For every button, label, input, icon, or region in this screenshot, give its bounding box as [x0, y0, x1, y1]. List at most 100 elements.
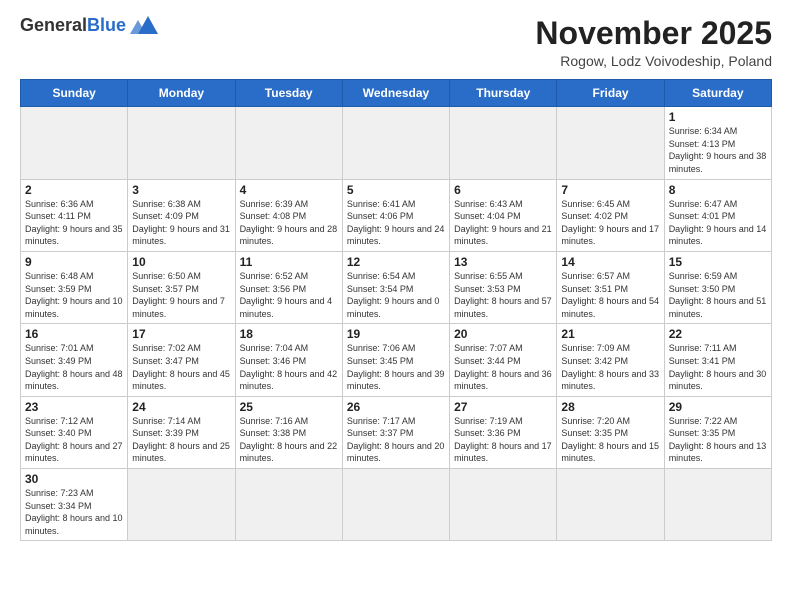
day-info: Sunrise: 7:19 AM Sunset: 3:36 PM Dayligh… — [454, 415, 552, 465]
day-number: 20 — [454, 327, 552, 341]
day-number: 4 — [240, 183, 338, 197]
day-header-friday: Friday — [557, 80, 664, 107]
day-info: Sunrise: 6:43 AM Sunset: 4:04 PM Dayligh… — [454, 198, 552, 248]
calendar-table: SundayMondayTuesdayWednesdayThursdayFrid… — [20, 79, 772, 541]
calendar-cell: 18Sunrise: 7:04 AM Sunset: 3:46 PM Dayli… — [235, 324, 342, 396]
day-info: Sunrise: 6:59 AM Sunset: 3:50 PM Dayligh… — [669, 270, 767, 320]
day-number: 28 — [561, 400, 659, 414]
calendar-body: 1Sunrise: 6:34 AM Sunset: 4:13 PM Daylig… — [21, 107, 772, 541]
day-info: Sunrise: 6:48 AM Sunset: 3:59 PM Dayligh… — [25, 270, 123, 320]
calendar-cell — [342, 469, 449, 541]
day-info: Sunrise: 7:02 AM Sunset: 3:47 PM Dayligh… — [132, 342, 230, 392]
week-row-5: 23Sunrise: 7:12 AM Sunset: 3:40 PM Dayli… — [21, 396, 772, 468]
day-header-thursday: Thursday — [450, 80, 557, 107]
calendar-cell: 20Sunrise: 7:07 AM Sunset: 3:44 PM Dayli… — [450, 324, 557, 396]
calendar-cell: 22Sunrise: 7:11 AM Sunset: 3:41 PM Dayli… — [664, 324, 771, 396]
calendar-cell — [342, 107, 449, 179]
day-info: Sunrise: 7:06 AM Sunset: 3:45 PM Dayligh… — [347, 342, 445, 392]
day-number: 22 — [669, 327, 767, 341]
day-info: Sunrise: 6:36 AM Sunset: 4:11 PM Dayligh… — [25, 198, 123, 248]
day-number: 11 — [240, 255, 338, 269]
day-info: Sunrise: 7:16 AM Sunset: 3:38 PM Dayligh… — [240, 415, 338, 465]
day-info: Sunrise: 6:54 AM Sunset: 3:54 PM Dayligh… — [347, 270, 445, 320]
day-number: 6 — [454, 183, 552, 197]
calendar-cell: 21Sunrise: 7:09 AM Sunset: 3:42 PM Dayli… — [557, 324, 664, 396]
header-row: SundayMondayTuesdayWednesdayThursdayFrid… — [21, 80, 772, 107]
logo-general: General — [20, 15, 87, 35]
day-info: Sunrise: 7:01 AM Sunset: 3:49 PM Dayligh… — [25, 342, 123, 392]
day-header-wednesday: Wednesday — [342, 80, 449, 107]
day-number: 13 — [454, 255, 552, 269]
calendar-cell: 12Sunrise: 6:54 AM Sunset: 3:54 PM Dayli… — [342, 251, 449, 323]
calendar-cell: 13Sunrise: 6:55 AM Sunset: 3:53 PM Dayli… — [450, 251, 557, 323]
day-info: Sunrise: 7:14 AM Sunset: 3:39 PM Dayligh… — [132, 415, 230, 465]
calendar-cell: 26Sunrise: 7:17 AM Sunset: 3:37 PM Dayli… — [342, 396, 449, 468]
day-info: Sunrise: 6:50 AM Sunset: 3:57 PM Dayligh… — [132, 270, 230, 320]
calendar-cell: 9Sunrise: 6:48 AM Sunset: 3:59 PM Daylig… — [21, 251, 128, 323]
day-header-tuesday: Tuesday — [235, 80, 342, 107]
calendar-cell — [128, 107, 235, 179]
day-number: 1 — [669, 110, 767, 124]
day-number: 14 — [561, 255, 659, 269]
week-row-6: 30Sunrise: 7:23 AM Sunset: 3:34 PM Dayli… — [21, 469, 772, 541]
calendar-cell — [450, 469, 557, 541]
day-info: Sunrise: 6:34 AM Sunset: 4:13 PM Dayligh… — [669, 125, 767, 175]
week-row-4: 16Sunrise: 7:01 AM Sunset: 3:49 PM Dayli… — [21, 324, 772, 396]
calendar-cell: 3Sunrise: 6:38 AM Sunset: 4:09 PM Daylig… — [128, 179, 235, 251]
calendar-cell — [557, 469, 664, 541]
calendar-cell: 10Sunrise: 6:50 AM Sunset: 3:57 PM Dayli… — [128, 251, 235, 323]
week-row-1: 1Sunrise: 6:34 AM Sunset: 4:13 PM Daylig… — [21, 107, 772, 179]
day-info: Sunrise: 6:41 AM Sunset: 4:06 PM Dayligh… — [347, 198, 445, 248]
calendar-cell — [21, 107, 128, 179]
day-number: 27 — [454, 400, 552, 414]
day-number: 18 — [240, 327, 338, 341]
calendar-header: SundayMondayTuesdayWednesdayThursdayFrid… — [21, 80, 772, 107]
calendar-cell: 23Sunrise: 7:12 AM Sunset: 3:40 PM Dayli… — [21, 396, 128, 468]
calendar-cell: 14Sunrise: 6:57 AM Sunset: 3:51 PM Dayli… — [557, 251, 664, 323]
day-info: Sunrise: 6:55 AM Sunset: 3:53 PM Dayligh… — [454, 270, 552, 320]
calendar-cell: 24Sunrise: 7:14 AM Sunset: 3:39 PM Dayli… — [128, 396, 235, 468]
week-row-3: 9Sunrise: 6:48 AM Sunset: 3:59 PM Daylig… — [21, 251, 772, 323]
calendar-cell — [235, 107, 342, 179]
day-number: 26 — [347, 400, 445, 414]
page: GeneralBlue November 2025 Rogow, Lodz Vo… — [0, 0, 792, 612]
day-number: 2 — [25, 183, 123, 197]
calendar-cell: 8Sunrise: 6:47 AM Sunset: 4:01 PM Daylig… — [664, 179, 771, 251]
calendar-cell: 27Sunrise: 7:19 AM Sunset: 3:36 PM Dayli… — [450, 396, 557, 468]
calendar-subtitle: Rogow, Lodz Voivodeship, Poland — [535, 53, 772, 69]
calendar-cell: 11Sunrise: 6:52 AM Sunset: 3:56 PM Dayli… — [235, 251, 342, 323]
calendar-cell: 2Sunrise: 6:36 AM Sunset: 4:11 PM Daylig… — [21, 179, 128, 251]
calendar-cell: 17Sunrise: 7:02 AM Sunset: 3:47 PM Dayli… — [128, 324, 235, 396]
week-row-2: 2Sunrise: 6:36 AM Sunset: 4:11 PM Daylig… — [21, 179, 772, 251]
logo-icon — [130, 14, 160, 36]
day-info: Sunrise: 7:09 AM Sunset: 3:42 PM Dayligh… — [561, 342, 659, 392]
day-info: Sunrise: 6:39 AM Sunset: 4:08 PM Dayligh… — [240, 198, 338, 248]
day-info: Sunrise: 6:45 AM Sunset: 4:02 PM Dayligh… — [561, 198, 659, 248]
day-number: 9 — [25, 255, 123, 269]
calendar-cell: 25Sunrise: 7:16 AM Sunset: 3:38 PM Dayli… — [235, 396, 342, 468]
calendar-cell: 16Sunrise: 7:01 AM Sunset: 3:49 PM Dayli… — [21, 324, 128, 396]
day-info: Sunrise: 7:23 AM Sunset: 3:34 PM Dayligh… — [25, 487, 123, 537]
calendar-cell: 29Sunrise: 7:22 AM Sunset: 3:35 PM Dayli… — [664, 396, 771, 468]
day-number: 5 — [347, 183, 445, 197]
day-info: Sunrise: 7:20 AM Sunset: 3:35 PM Dayligh… — [561, 415, 659, 465]
day-number: 19 — [347, 327, 445, 341]
day-number: 17 — [132, 327, 230, 341]
day-number: 25 — [240, 400, 338, 414]
calendar-cell — [664, 469, 771, 541]
calendar-cell: 5Sunrise: 6:41 AM Sunset: 4:06 PM Daylig… — [342, 179, 449, 251]
calendar-cell: 7Sunrise: 6:45 AM Sunset: 4:02 PM Daylig… — [557, 179, 664, 251]
calendar-cell — [128, 469, 235, 541]
calendar-cell: 15Sunrise: 6:59 AM Sunset: 3:50 PM Dayli… — [664, 251, 771, 323]
day-number: 23 — [25, 400, 123, 414]
calendar-cell: 4Sunrise: 6:39 AM Sunset: 4:08 PM Daylig… — [235, 179, 342, 251]
logo: GeneralBlue — [20, 16, 160, 36]
day-number: 16 — [25, 327, 123, 341]
day-number: 10 — [132, 255, 230, 269]
day-info: Sunrise: 6:38 AM Sunset: 4:09 PM Dayligh… — [132, 198, 230, 248]
calendar-cell — [235, 469, 342, 541]
calendar-cell: 30Sunrise: 7:23 AM Sunset: 3:34 PM Dayli… — [21, 469, 128, 541]
logo-blue: Blue — [87, 15, 126, 35]
day-number: 7 — [561, 183, 659, 197]
day-number: 29 — [669, 400, 767, 414]
